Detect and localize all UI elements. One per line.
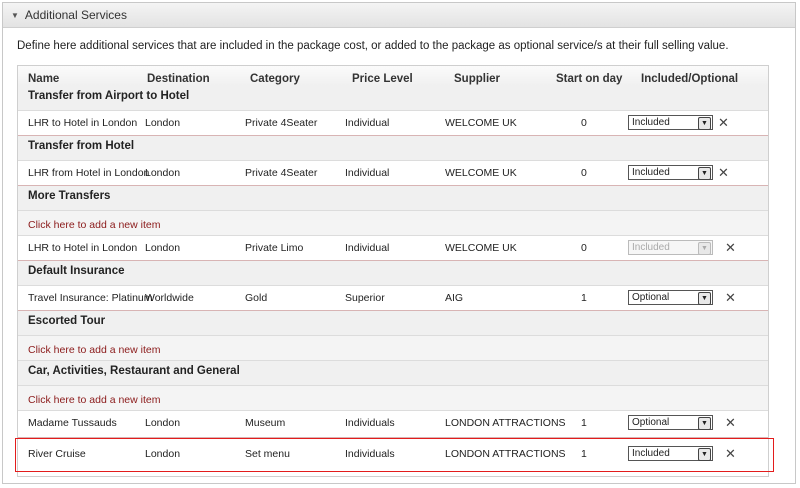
group-header: Transfer from Airport to Hotel	[18, 86, 768, 111]
cell-destination: London	[145, 167, 181, 179]
add-new-item-link[interactable]: Click here to add a new item	[28, 219, 160, 231]
cell-name: LHR from Hotel in London	[28, 167, 150, 179]
cell-category: Private 4Seater	[245, 167, 318, 179]
collapse-triangle-icon[interactable]: ▼	[11, 11, 19, 20]
cell-start-day: 0	[581, 242, 587, 254]
cell-supplier: LONDON ATTRACTIONS	[445, 448, 566, 460]
col-category: Category	[250, 73, 300, 85]
included-optional-select-disabled: Included ▼	[628, 240, 713, 255]
cell-price-level: Individual	[345, 167, 390, 179]
cell-start-day: 1	[581, 292, 587, 304]
cell-supplier: WELCOME UK	[445, 167, 517, 179]
col-supplier: Supplier	[454, 73, 501, 85]
group-header: Transfer from Hotel	[18, 136, 768, 161]
cell-destination: London	[145, 117, 181, 129]
cell-price-level: Individuals	[345, 448, 395, 460]
dropdown-arrow-icon[interactable]: ▼	[698, 448, 711, 461]
table-row: River Cruise London Set menu Individuals…	[18, 442, 768, 469]
select-value: Included	[632, 242, 670, 253]
group-header: Default Insurance	[18, 261, 768, 286]
description-text: Define here additional services that are…	[17, 40, 729, 52]
delete-x-icon[interactable]: ✕	[725, 291, 736, 304]
dropdown-arrow-icon[interactable]: ▼	[698, 117, 711, 130]
cell-destination: London	[145, 242, 181, 254]
cell-start-day: 0	[581, 117, 587, 129]
dropdown-arrow-icon[interactable]: ▼	[698, 167, 711, 180]
group-title: Car, Activities, Restaurant and General	[28, 365, 240, 377]
included-optional-select[interactable]: Included ▼	[628, 446, 713, 461]
cell-supplier: LONDON ATTRACTIONS	[445, 417, 566, 429]
panel-title: Additional Services	[24, 8, 127, 22]
panel-header[interactable]: ▼ Additional Services	[3, 3, 795, 28]
cell-name: LHR to Hotel in London	[28, 117, 138, 129]
cell-name: LHR to Hotel in London	[28, 242, 138, 254]
cell-supplier: AIG	[445, 292, 464, 304]
select-value: Optional	[632, 417, 670, 428]
cell-category: Private Limo	[245, 242, 304, 254]
dropdown-arrow-icon: ▼	[698, 242, 711, 255]
table-row: Travel Insurance: Platinum Worldwide Gol…	[18, 286, 768, 311]
group-header: More Transfers	[18, 186, 768, 211]
services-table: Name Destination Category Price Level Su…	[17, 65, 769, 477]
group-header: Escorted Tour	[18, 311, 768, 336]
col-start-on-day: Start on day	[556, 73, 623, 85]
add-item-row: Click here to add a new item	[18, 211, 768, 236]
cell-price-level: Superior	[345, 292, 385, 304]
cell-price-level: Individual	[345, 242, 390, 254]
delete-x-icon[interactable]: ✕	[725, 447, 736, 460]
cell-price-level: Individual	[345, 117, 390, 129]
cell-name: Travel Insurance: Platinum	[28, 292, 153, 304]
cell-category: Museum	[245, 417, 286, 429]
delete-x-icon[interactable]: ✕	[725, 416, 736, 429]
cell-destination: London	[145, 417, 181, 429]
table-row: LHR from Hotel in London London Private …	[18, 161, 768, 186]
group-title: Default Insurance	[28, 265, 125, 277]
select-value: Included	[632, 167, 670, 178]
table-row: Madame Tussauds London Museum Individual…	[18, 411, 768, 438]
cell-category: Gold	[245, 292, 268, 304]
included-optional-select[interactable]: Included ▼	[628, 165, 713, 180]
included-optional-select[interactable]: Included ▼	[628, 115, 713, 130]
cell-name: River Cruise	[28, 448, 86, 460]
table-row: LHR to Hotel in London London Private 4S…	[18, 111, 768, 136]
cell-start-day: 1	[581, 448, 587, 460]
group-title: Transfer from Hotel	[28, 140, 135, 152]
dropdown-arrow-icon[interactable]: ▼	[698, 292, 711, 305]
cell-destination: Worldwide	[145, 292, 194, 304]
group-header: Car, Activities, Restaurant and General	[18, 361, 768, 386]
delete-x-icon[interactable]: ✕	[725, 241, 736, 254]
cell-category: Set menu	[245, 448, 290, 460]
col-destination: Destination	[147, 73, 210, 85]
add-new-item-link[interactable]: Click here to add a new item	[28, 394, 160, 406]
select-value: Included	[632, 117, 670, 128]
col-included-optional: Included/Optional	[641, 73, 739, 85]
table-row: LHR to Hotel in London London Private Li…	[18, 236, 768, 261]
select-value: Included	[632, 448, 670, 459]
delete-x-icon[interactable]: ✕	[718, 116, 729, 129]
col-name: Name	[28, 73, 60, 85]
col-price-level: Price Level	[352, 73, 413, 85]
group-title: More Transfers	[28, 190, 111, 202]
cell-name: Madame Tussauds	[28, 417, 117, 429]
cell-supplier: WELCOME UK	[445, 242, 517, 254]
cell-start-day: 0	[581, 167, 587, 179]
cell-destination: London	[145, 448, 181, 460]
included-optional-select[interactable]: Optional ▼	[628, 290, 713, 305]
add-item-row: Click here to add a new item	[18, 336, 768, 361]
add-item-row: Click here to add a new item	[18, 386, 768, 411]
included-optional-select[interactable]: Optional ▼	[628, 415, 713, 430]
select-value: Optional	[632, 292, 670, 303]
cell-supplier: WELCOME UK	[445, 117, 517, 129]
group-title: Escorted Tour	[28, 315, 106, 327]
cell-category: Private 4Seater	[245, 117, 318, 129]
cell-start-day: 1	[581, 417, 587, 429]
cell-price-level: Individuals	[345, 417, 395, 429]
group-title: Transfer from Airport to Hotel	[28, 90, 190, 102]
add-new-item-link[interactable]: Click here to add a new item	[28, 344, 160, 356]
delete-x-icon[interactable]: ✕	[718, 166, 729, 179]
dropdown-arrow-icon[interactable]: ▼	[698, 417, 711, 430]
